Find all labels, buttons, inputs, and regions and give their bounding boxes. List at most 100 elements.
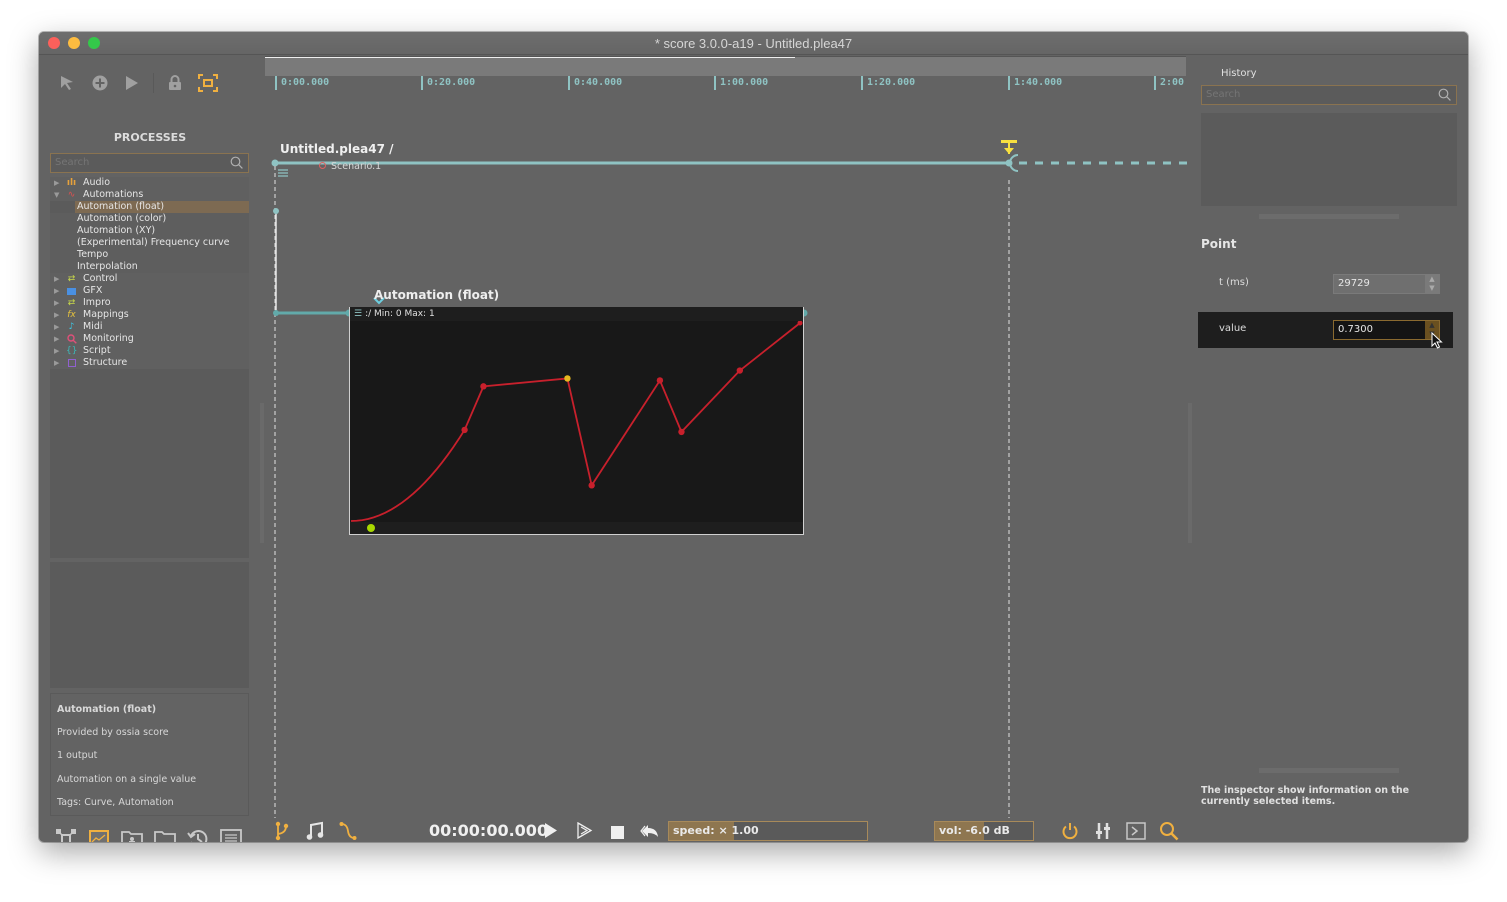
speed-slider[interactable]: speed: × 1.00 [668, 821, 868, 841]
play-button[interactable] [545, 823, 557, 842]
tree-item-automation-float[interactable]: Automation (float) [75, 201, 249, 213]
tree-item-automation-color[interactable]: Automation (color) [50, 213, 249, 225]
automation-start-state[interactable] [273, 310, 279, 316]
tree-item-interpolation[interactable]: Interpolation [50, 261, 249, 273]
search-button[interactable] [1159, 821, 1179, 842]
expand-arrow-icon[interactable]: ▶ [54, 321, 59, 333]
audio-engine-toggle[interactable] [1061, 822, 1079, 842]
close-window-button[interactable] [48, 37, 60, 49]
automation-process[interactable]: ☰:/ Min: 0 Max: 1 [349, 307, 804, 535]
user-library-tab[interactable] [121, 828, 143, 842]
center-vertical-scrollbar[interactable] [1188, 403, 1192, 543]
curve-point[interactable] [461, 426, 468, 434]
event-state[interactable] [273, 208, 279, 214]
curve-point[interactable] [736, 367, 744, 374]
minimize-window-button[interactable] [68, 37, 80, 49]
inspector-row-time: t (ms) 29729 ▲ ▼ [1198, 266, 1453, 302]
curve-segment[interactable] [566, 378, 593, 486]
history-list[interactable] [1201, 113, 1457, 206]
console-button[interactable] [1126, 822, 1146, 842]
maximize-window-button[interactable] [88, 37, 100, 49]
play-global-button[interactable] [577, 821, 593, 842]
tree-category-midi[interactable]: ▶ ♪ Midi [50, 321, 249, 333]
tree-category-script[interactable]: ▶ {} Script [50, 345, 249, 357]
tree-item-automation-xy[interactable]: Automation (XY) [50, 225, 249, 237]
curve-segment[interactable] [483, 377, 568, 388]
inspector-splitter[interactable] [1259, 768, 1399, 773]
tree-item-tempo[interactable]: Tempo [50, 249, 249, 261]
expand-arrow-icon[interactable]: ▶ [54, 273, 59, 285]
playhead-marker[interactable] [1001, 140, 1017, 154]
scale-tool-button[interactable] [197, 72, 219, 94]
tree-category-mappings[interactable]: ▶ fx Mappings [50, 309, 249, 321]
scenario-tab[interactable] [55, 828, 77, 842]
automation-title[interactable]: Automation (float) [374, 288, 499, 302]
tree-category-control[interactable]: ▶ ⇄ Control [50, 273, 249, 285]
project-folder-tab[interactable] [154, 828, 176, 842]
stop-button[interactable] [611, 824, 624, 842]
curve-point[interactable] [678, 428, 685, 436]
expand-arrow-icon[interactable]: ▶ [54, 309, 59, 321]
curve-icon [339, 822, 357, 840]
log-tab[interactable] [220, 828, 242, 842]
tree-category-automations[interactable]: ▼ ∿ Automations [50, 189, 249, 201]
curve-segment[interactable] [590, 379, 661, 486]
processes-tab[interactable] [88, 828, 110, 842]
expand-arrow-icon[interactable]: ▶ [54, 177, 59, 189]
process-search-field[interactable] [50, 153, 249, 173]
scenario-mode-button[interactable] [274, 821, 290, 842]
tree-item-frequency-curve[interactable]: (Experimental) Frequency curve [50, 237, 249, 249]
timecode-display: 00:00:00.000 [429, 821, 549, 840]
play-tool-button[interactable] [121, 72, 143, 94]
arrow-cursor-icon [61, 76, 73, 90]
scenario-status-icon [319, 162, 326, 169]
curve-segment[interactable] [680, 369, 741, 433]
history-splitter[interactable] [1259, 214, 1399, 219]
expand-arrow-icon[interactable]: ▶ [54, 297, 59, 309]
curve-segment[interactable] [350, 429, 466, 522]
curve-point[interactable] [656, 377, 664, 384]
curve-segment[interactable] [659, 380, 683, 433]
user-folder-icon [121, 831, 143, 842]
tree-category-monitoring[interactable]: ▶ Monitoring [50, 333, 249, 345]
automation-menu-icon[interactable]: ☰ [354, 309, 362, 319]
curve-point[interactable] [588, 482, 595, 489]
tree-category-gfx[interactable]: ▶ GFX [50, 285, 249, 297]
time-spinbox[interactable]: 29729 ▲ ▼ [1333, 274, 1440, 294]
process-search-input[interactable] [55, 157, 220, 168]
value-spinbox[interactable]: 0.7300 ▲▼ [1333, 320, 1440, 340]
curve-segment[interactable] [463, 386, 485, 431]
automation-mode-button[interactable] [339, 821, 357, 842]
select-tool-button[interactable] [56, 72, 78, 94]
expand-arrow-icon[interactable]: ▶ [54, 345, 59, 357]
history-search-input[interactable] [1206, 89, 1419, 100]
lock-tool-button[interactable] [164, 72, 186, 94]
collapse-arrow-icon[interactable]: ▼ [54, 189, 59, 201]
expand-arrow-icon[interactable]: ▶ [54, 285, 59, 297]
output-port-icon[interactable] [367, 524, 375, 532]
list-icon [220, 829, 242, 842]
tree-category-structure[interactable]: ▶ Structure [50, 357, 249, 369]
scenario-menu-icon[interactable] [278, 169, 288, 177]
curve-segment[interactable] [739, 322, 801, 372]
create-tool-button[interactable] [89, 72, 111, 94]
curve-point-selected[interactable] [564, 375, 571, 382]
tree-category-audio[interactable]: ▶ ılı Audio [50, 177, 249, 189]
audio-mode-button[interactable] [306, 821, 324, 842]
expand-arrow-icon[interactable]: ▶ [54, 357, 59, 369]
mixer-button[interactable] [1095, 822, 1111, 842]
reinitialize-button[interactable] [640, 823, 660, 842]
scenario-label[interactable]: Scenario.1 [319, 161, 381, 172]
tree-category-impro[interactable]: ▶ ⇄ Impro [50, 297, 249, 309]
spin-arrows-icon[interactable]: ▲▼ [1425, 275, 1439, 293]
left-panel: PROCESSES ▶ ılı Audio ▼ ∿ Automations Au… [39, 56, 264, 842]
history-tab[interactable] [187, 828, 209, 842]
process-tree: ▶ ılı Audio ▼ ∿ Automations Automation (… [50, 177, 249, 558]
start-state[interactable] [271, 159, 279, 167]
volume-slider[interactable]: vol: -6.0 dB [934, 821, 1034, 841]
curve-point[interactable] [480, 383, 487, 390]
automation-curve-canvas[interactable] [350, 321, 803, 523]
play-icon [126, 76, 138, 90]
history-search-field[interactable] [1201, 85, 1457, 105]
expand-arrow-icon[interactable]: ▶ [54, 333, 59, 345]
